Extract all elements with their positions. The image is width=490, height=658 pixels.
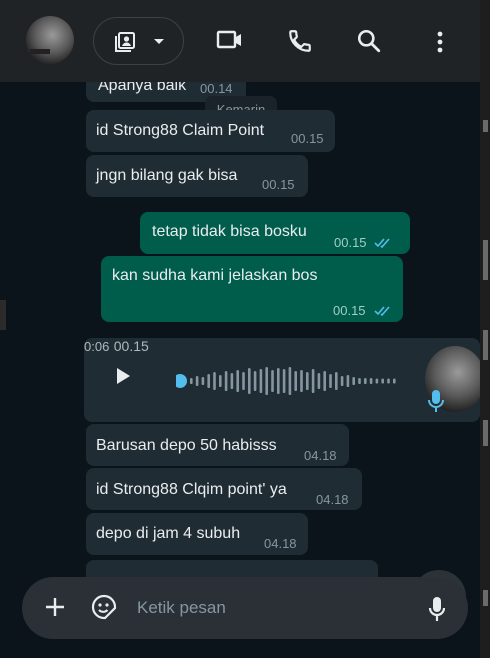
waveform-bar <box>329 374 332 388</box>
microphone-icon <box>428 388 444 414</box>
profile-card-icon <box>114 30 138 54</box>
message-bubble[interactable]: Barusan depo 50 habisss 04.18 <box>86 424 349 466</box>
message-time: 04.18 <box>316 492 349 507</box>
waveform-bar <box>248 368 251 394</box>
waveform-bar <box>230 373 234 389</box>
waveform-bar <box>195 376 199 386</box>
read-receipt-icon <box>374 234 392 254</box>
message-bubble[interactable]: id Strong88 Claim Point 00.15 <box>86 110 335 152</box>
message-bubble[interactable]: tetap tidak bisa bosku 00.15 <box>140 212 410 254</box>
message-text: Apanya baik <box>98 82 187 94</box>
waveform-bar <box>219 375 222 387</box>
waveform-bar <box>288 367 292 395</box>
read-receipt-icon <box>374 302 392 322</box>
waveform-bar <box>236 370 239 392</box>
voice-time: 00.15 <box>113 338 149 354</box>
message-time: 00.15 <box>262 177 295 192</box>
window-edge-right <box>480 0 490 658</box>
profile-switch-pill[interactable] <box>93 17 184 65</box>
message-list[interactable]: Apanya baik 00.14 Kemarin id Strong88 Cl… <box>0 82 480 658</box>
waveform-bar <box>387 378 390 384</box>
message-bubble[interactable]: jngn bilang gak bisa 00.15 <box>86 155 308 197</box>
chat-header <box>0 0 480 82</box>
waveform-bar <box>358 378 361 384</box>
waveform-bar <box>277 368 280 394</box>
voice-waveform[interactable] <box>176 366 398 396</box>
contact-avatar[interactable] <box>26 16 74 64</box>
play-icon[interactable] <box>114 366 132 386</box>
message-text: id Strong88 Clqim point' ya <box>96 481 287 498</box>
dropdown-icon <box>152 34 166 48</box>
waveform-bar <box>335 372 338 390</box>
waveform-bar <box>253 371 257 391</box>
voice-message[interactable]: 0:06 00.15 <box>84 338 480 422</box>
waveform-bar <box>306 372 309 390</box>
sticker-icon[interactable] <box>90 593 118 621</box>
message-text: Barusan depo 50 habisss <box>96 437 277 454</box>
waveform-bar <box>369 378 373 384</box>
voice-duration: 0:06 <box>84 339 110 354</box>
waveform-bar <box>265 367 268 395</box>
waveform-bar <box>381 378 384 384</box>
message-text: tetap tidak bisa bosku <box>152 223 307 240</box>
message-input[interactable]: Ketik pesan <box>137 598 226 618</box>
message-text: kan sudha kami jelaskan bos <box>112 267 318 284</box>
waveform-bar <box>224 371 228 391</box>
attach-plus-icon[interactable] <box>44 596 66 618</box>
waveform-bar <box>346 375 350 387</box>
waveform-bar <box>364 378 367 384</box>
message-time: 00.15 <box>333 303 366 318</box>
message-time: 00.15 <box>334 235 367 250</box>
waveform-bar <box>201 377 205 385</box>
message-text: id Strong88 Claim Point <box>96 122 265 139</box>
waveform-bar <box>375 378 379 384</box>
microphone-icon[interactable] <box>428 595 446 623</box>
waveform-bar <box>259 369 263 393</box>
message-bubble[interactable]: id Strong88 Clqim point' ya 04.18 <box>86 468 362 510</box>
message-time: 04.18 <box>304 448 337 463</box>
waveform-bar <box>294 371 297 391</box>
waveform-bar <box>323 371 326 391</box>
message-text: jngn bilang gak bisa <box>96 167 238 184</box>
message-bubble[interactable]: kan sudha kami jelaskan bos 00.15 <box>101 256 403 322</box>
waveform-bar <box>282 369 286 393</box>
message-composer: Ketik pesan <box>22 577 468 639</box>
message-bubble[interactable]: depo di jam 4 subuh 04.18 <box>86 513 308 555</box>
waveform-bar <box>213 372 216 390</box>
menu-icon[interactable] <box>430 29 450 55</box>
waveform-bar <box>311 369 315 393</box>
waveform-bar <box>271 370 274 392</box>
waveform-bar <box>340 376 344 386</box>
waveform-bar <box>242 372 245 390</box>
waveform-bar <box>393 378 396 384</box>
waveform-bar <box>300 370 303 392</box>
waveform-bar <box>317 373 321 389</box>
message-text: depo di jam 4 subuh <box>96 525 241 542</box>
waveform-bar <box>207 374 210 388</box>
waveform-bar <box>352 377 355 385</box>
message-time: 04.18 <box>264 536 297 551</box>
search-icon[interactable] <box>356 28 382 54</box>
waveform-bar <box>190 378 193 384</box>
phone-icon[interactable] <box>287 28 313 54</box>
video-call-icon[interactable] <box>216 28 244 52</box>
message-time: 00.15 <box>291 131 324 146</box>
